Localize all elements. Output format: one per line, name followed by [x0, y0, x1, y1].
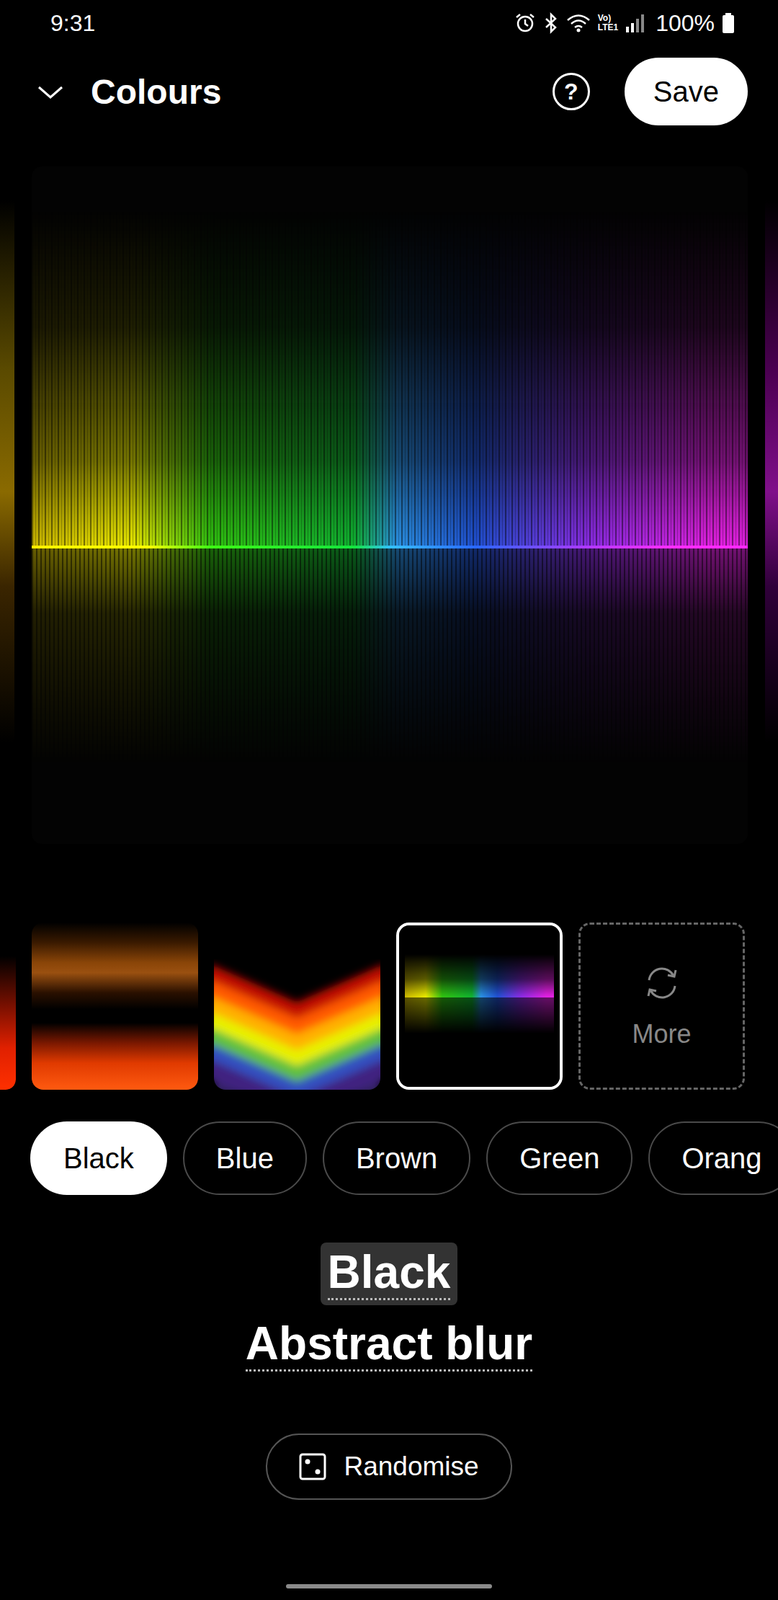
style-thumbnail[interactable]: [0, 922, 16, 1090]
next-preview[interactable]: [765, 166, 778, 844]
battery-icon: [721, 12, 735, 34]
randomise-button[interactable]: Randomise: [265, 1432, 512, 1500]
header: Colours? Save: [0, 46, 778, 137]
wallpaper-preview: [31, 166, 748, 844]
chevron-art: [213, 922, 381, 1090]
status-icons: Vo)LTE1 100%: [514, 10, 735, 37]
network-indicator: Vo)LTE1: [597, 13, 619, 33]
refresh-icon: [641, 962, 683, 1003]
help-icon: ?: [564, 79, 579, 104]
dice-icon: [298, 1452, 327, 1480]
preview-carousel[interactable]: [0, 166, 778, 844]
bluetooth-icon: [543, 12, 560, 34]
colour-name[interactable]: Black: [320, 1241, 459, 1305]
style-thumbnail[interactable]: [396, 922, 563, 1090]
colour-chip[interactable]: Orang: [648, 1120, 778, 1195]
colour-chip[interactable]: Blue: [182, 1120, 307, 1195]
status-time: 9:31: [50, 10, 96, 37]
style-thumbnail[interactable]: [213, 922, 381, 1090]
signal-icon: [625, 12, 646, 34]
page-title: Colours: [90, 72, 222, 112]
collapse-button[interactable]: [36, 77, 65, 106]
style-thumbnail[interactable]: [31, 922, 199, 1090]
colour-chip[interactable]: Brown: [322, 1120, 471, 1195]
chevron-down-icon: [36, 77, 65, 106]
save-button[interactable]: Save: [624, 57, 748, 126]
home-indicator: [285, 1583, 493, 1588]
wallpaper-name: Black Abstract blur: [0, 1241, 778, 1370]
colour-chips: BlackBlueBrownGreenOrang: [0, 1120, 778, 1195]
wifi-icon: [566, 12, 591, 34]
more-label: More: [631, 1018, 691, 1049]
colour-chip[interactable]: Black: [30, 1120, 168, 1195]
colour-chip[interactable]: Green: [486, 1120, 633, 1195]
more-button[interactable]: More: [578, 922, 745, 1090]
colours-screen: 9:31 Vo)LTE1 100% Colours? Save More BlackBlue…: [0, 0, 778, 1600]
previous-preview[interactable]: [0, 166, 15, 844]
alarm-icon: [514, 12, 536, 34]
status-bar: 9:31 Vo)LTE1 100%: [0, 0, 778, 47]
network-label: LTE1: [597, 23, 619, 33]
style-name[interactable]: Abstract blur: [245, 1316, 533, 1371]
battery-percent: 100%: [655, 10, 715, 37]
help-button[interactable]: ?: [552, 72, 590, 111]
network-label: Vo): [597, 13, 619, 24]
style-thumbnails: More: [0, 922, 778, 1090]
